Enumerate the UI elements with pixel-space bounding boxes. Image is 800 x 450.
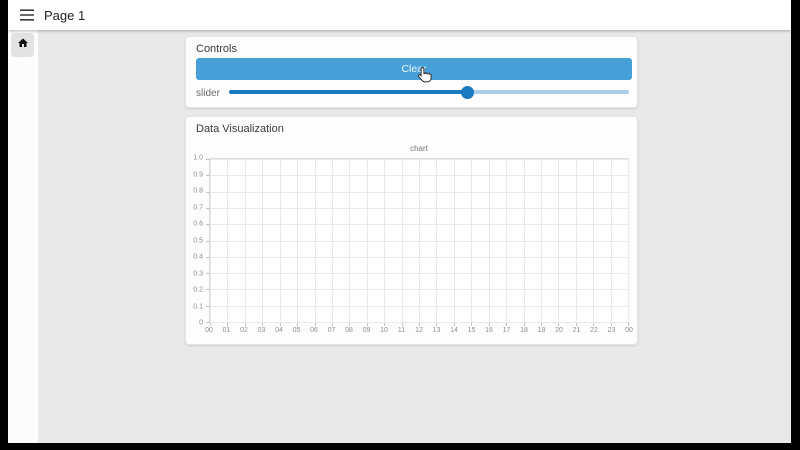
y-tick-label: 0.1 <box>193 303 203 310</box>
top-bar: Page 1 <box>8 0 791 30</box>
y-axis-tick <box>206 207 210 209</box>
y-axis-tick <box>206 256 210 258</box>
y-tick-label: 1.0 <box>193 154 203 162</box>
grid-line-horizontal <box>210 322 628 323</box>
sidebar <box>8 30 38 443</box>
x-tick-label: 18 <box>520 327 528 334</box>
x-tick-label: 03 <box>257 327 266 334</box>
slider-row: slider <box>196 85 632 101</box>
x-tick-label: 12 <box>415 327 423 334</box>
grid-line-horizontal <box>210 224 628 226</box>
grid-line-horizontal <box>210 273 628 275</box>
y-tick-label: 0.2 <box>193 286 203 294</box>
x-tick-label: 01 <box>222 327 231 334</box>
y-axis-labels: 1.0 0.9 0.8 0.7 0.6 0.5 0.4 0.3 0.2 0.1 0 <box>186 154 207 327</box>
y-tick-label: 0.7 <box>193 204 203 211</box>
x-axis-labels: 00 01 02 03 04 05 06 07 08 09 10 11 12 13 14 15 16 17 18 19… <box>205 327 633 337</box>
x-tick-label: 09 <box>362 327 371 334</box>
y-tick-label: 0.8 <box>193 187 203 195</box>
grid-line-horizontal <box>210 240 628 242</box>
x-tick-label: 05 <box>292 327 301 334</box>
y-axis-tick <box>206 305 210 307</box>
y-axis-tick <box>206 224 210 226</box>
y-axis-tick <box>206 289 210 291</box>
slider-fill <box>229 90 467 94</box>
x-tick-label: 22 <box>590 327 598 334</box>
grid-line-horizontal <box>210 191 628 193</box>
y-tick-label: 0.9 <box>193 171 203 178</box>
x-tick-label: 10 <box>380 327 388 334</box>
x-tick-label: 17 <box>502 327 511 334</box>
data-visualization-card: Data Visualization chart 1.0 0.9 0.8 0.7 0.6… <box>185 116 638 345</box>
x-tick-label: 02 <box>240 327 248 334</box>
grid-line-horizontal <box>210 175 628 177</box>
x-tick-label: 00 <box>625 327 633 334</box>
x-tick-label: 13 <box>432 327 441 334</box>
grid-line-horizontal <box>210 305 628 307</box>
viz-card-title: Data Visualization <box>196 123 284 135</box>
x-tick-label: 20 <box>555 327 563 334</box>
x-tick-label: 15 <box>467 327 476 334</box>
clear-button[interactable]: Clear <box>196 58 632 80</box>
y-axis-tick <box>206 175 210 177</box>
controls-card: Controls Clear slider <box>185 36 638 108</box>
page-title: Page 1 <box>44 7 86 23</box>
grid-line-horizontal <box>210 159 628 160</box>
x-tick-label: 16 <box>485 327 493 334</box>
x-axis-tick <box>628 322 629 326</box>
app-window: Page 1 Controls Clear slider Data Visual… <box>8 0 791 443</box>
x-tick-label: 14 <box>450 327 458 334</box>
y-axis-tick <box>206 240 210 242</box>
y-axis-tick <box>206 159 210 160</box>
home-icon <box>17 36 29 54</box>
x-tick-label: 04 <box>275 327 283 334</box>
y-axis-tick <box>206 273 210 275</box>
x-tick-label: 07 <box>327 327 336 334</box>
x-tick-label: 19 <box>537 327 546 334</box>
y-tick-label: 0.5 <box>193 237 203 244</box>
x-tick-label: 23 <box>607 327 616 334</box>
x-tick-label: 06 <box>310 327 318 334</box>
x-tick-label: 21 <box>572 327 581 334</box>
grid-line-horizontal <box>210 289 628 291</box>
controls-card-title: Controls <box>196 43 237 55</box>
y-tick-label: 0.3 <box>193 270 203 277</box>
slider-track[interactable] <box>229 85 629 99</box>
menu-hamburger-icon[interactable] <box>19 8 35 22</box>
chart-plot[interactable] <box>206 158 629 326</box>
grid-line-horizontal <box>210 207 628 209</box>
y-axis-tick <box>206 191 210 193</box>
y-tick-label: 0.4 <box>193 253 203 261</box>
x-tick-label: 11 <box>397 327 406 334</box>
slider-label: slider <box>196 88 220 99</box>
y-axis-tick <box>206 322 210 323</box>
y-tick-label: 0.6 <box>193 220 203 228</box>
x-tick-label: 08 <box>345 327 353 334</box>
y-tick-label: 0 <box>199 319 203 327</box>
grid-line-vertical <box>628 159 629 322</box>
grid-line-horizontal <box>210 256 628 258</box>
slider-thumb[interactable] <box>460 85 474 99</box>
x-tick-label: 00 <box>205 327 213 334</box>
chart-title: chart <box>410 144 428 153</box>
sidebar-item-home[interactable] <box>11 33 34 57</box>
